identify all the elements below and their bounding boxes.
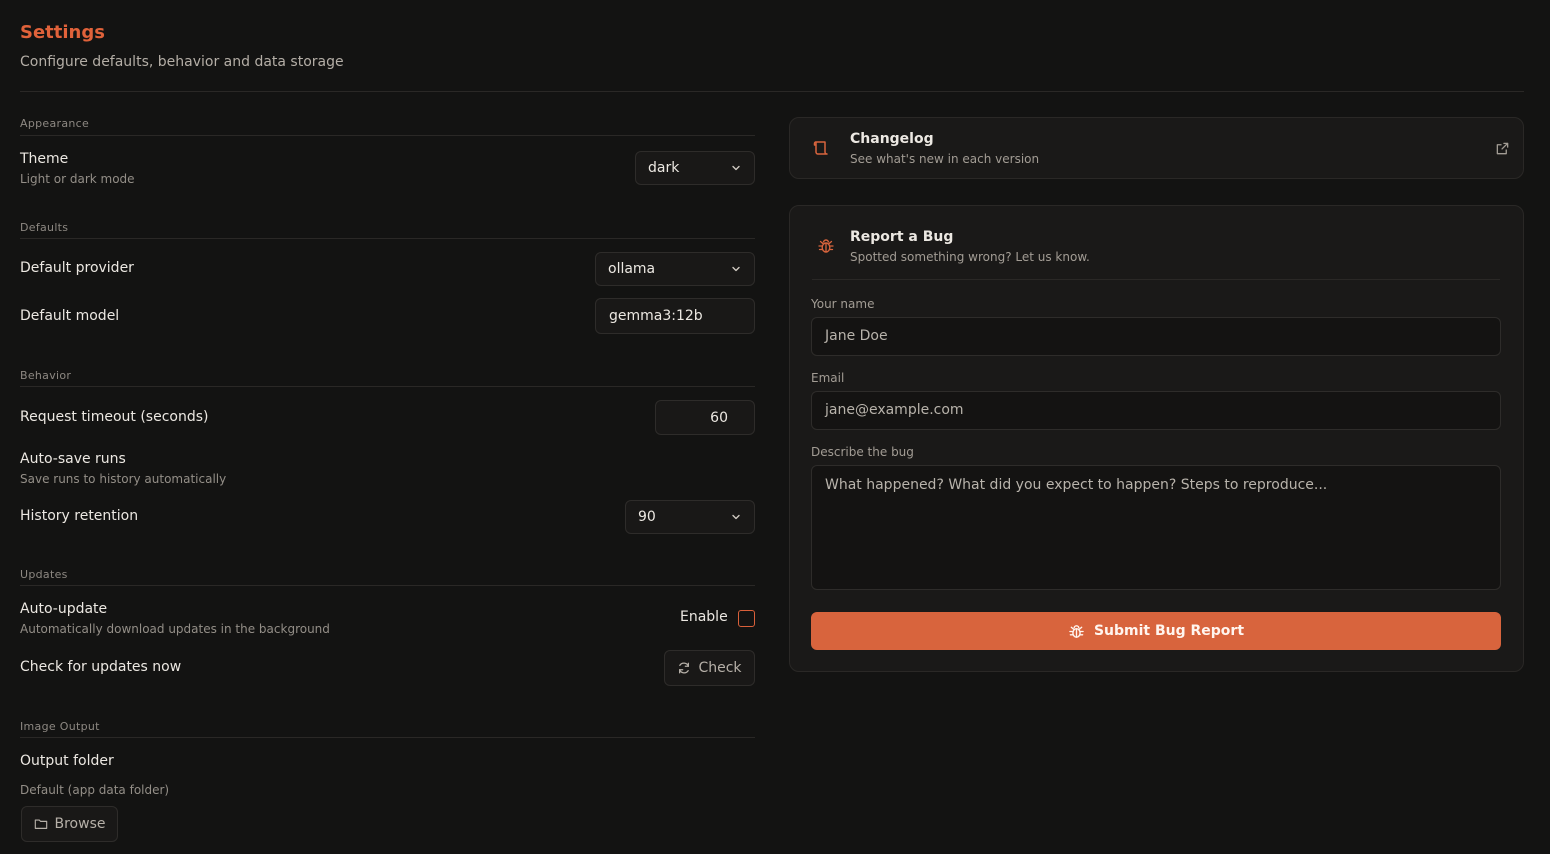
section-divider	[20, 238, 755, 239]
name-field-label: Your name	[811, 297, 875, 311]
bug-description-textarea[interactable]: What happened? What did you expect to ha…	[811, 465, 1501, 590]
section-divider	[20, 135, 755, 136]
request-timeout-value: 60	[710, 409, 728, 426]
name-field-placeholder: Jane Doe	[825, 328, 888, 344]
auto-update-enable-label: Enable	[680, 609, 728, 625]
bug-report-title: Report a Bug	[850, 229, 954, 245]
chevron-down-icon	[730, 263, 742, 275]
theme-description: Light or dark mode	[20, 172, 135, 186]
chevron-down-icon	[730, 162, 742, 174]
default-model-input[interactable]: gemma3:12b	[595, 298, 755, 334]
auto-update-checkbox[interactable]	[738, 610, 755, 627]
output-folder-description: Default (app data folder)	[20, 783, 170, 797]
auto-save-description: Save runs to history automatically	[20, 472, 227, 486]
changelog-subtitle: See what's new in each version	[850, 152, 1040, 166]
auto-update-label: Auto-update	[20, 601, 108, 617]
header-divider	[20, 91, 1524, 92]
request-timeout-label: Request timeout (seconds)	[20, 409, 209, 425]
history-retention-select[interactable]: 90	[625, 500, 755, 534]
page-subtitle: Configure defaults, behavior and data st…	[20, 54, 344, 70]
section-divider	[20, 585, 755, 586]
changelog-card[interactable]: Changelog See what's new in each version	[789, 117, 1524, 179]
history-retention-value: 90	[638, 509, 656, 525]
bug-description-placeholder: What happened? What did you expect to ha…	[825, 477, 1328, 493]
bug-icon	[817, 237, 835, 255]
default-model-label: Default model	[20, 308, 120, 324]
page-title: Settings	[20, 22, 105, 43]
scroll-icon	[812, 139, 830, 157]
section-defaults: Defaults	[20, 221, 69, 234]
check-updates-label: Check for updates now	[20, 659, 182, 675]
default-provider-select[interactable]: ollama	[595, 252, 755, 286]
check-updates-button[interactable]: Check	[664, 650, 755, 686]
bug-report-card: Report a Bug Spotted something wrong? Le…	[789, 205, 1524, 672]
submit-bug-report-button[interactable]: Submit Bug Report	[811, 612, 1501, 650]
email-field-placeholder: jane@example.com	[825, 402, 964, 418]
theme-select[interactable]: dark	[635, 151, 755, 185]
browse-button-label: Browse	[54, 816, 106, 832]
description-field-label: Describe the bug	[811, 445, 914, 459]
changelog-title: Changelog	[850, 131, 934, 147]
section-updates: Updates	[20, 568, 68, 581]
theme-select-value: dark	[648, 160, 680, 176]
section-image-output: Image Output	[20, 720, 100, 733]
email-field[interactable]: jane@example.com	[811, 391, 1501, 430]
folder-icon	[34, 817, 48, 831]
section-divider	[20, 737, 755, 738]
name-field[interactable]: Jane Doe	[811, 317, 1501, 356]
bug-report-subtitle: Spotted something wrong? Let us know.	[850, 250, 1090, 264]
check-updates-button-label: Check	[698, 660, 742, 676]
submit-bug-report-label: Submit Bug Report	[1093, 623, 1245, 639]
section-appearance: Appearance	[20, 117, 90, 130]
external-link-icon[interactable]	[1495, 141, 1510, 156]
request-timeout-input[interactable]: 60	[655, 400, 755, 435]
email-field-label: Email	[811, 371, 845, 385]
browse-button[interactable]: Browse	[21, 806, 118, 842]
card-divider	[812, 279, 1500, 280]
refresh-icon	[677, 661, 691, 675]
default-provider-value: ollama	[608, 261, 656, 277]
section-behavior: Behavior	[20, 369, 72, 382]
default-model-value: gemma3:12b	[609, 308, 703, 324]
history-retention-label: History retention	[20, 508, 139, 524]
bug-icon	[1068, 623, 1085, 640]
theme-label: Theme	[20, 151, 69, 167]
output-folder-label: Output folder	[20, 753, 114, 769]
section-divider	[20, 386, 755, 387]
auto-update-description: Automatically download updates in the ba…	[20, 622, 330, 636]
auto-save-label: Auto-save runs	[20, 451, 126, 467]
chevron-down-icon	[730, 511, 742, 523]
default-provider-label: Default provider	[20, 260, 134, 276]
